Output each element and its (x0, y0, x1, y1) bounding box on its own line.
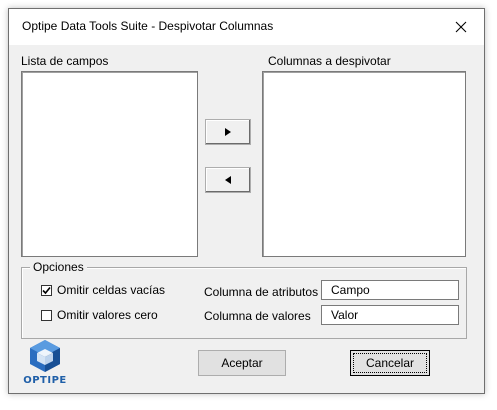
options-frame: Opciones Omitir celdas vacías Omitir val… (21, 260, 467, 339)
omit-zero-label: Omitir valores cero (57, 308, 158, 322)
omit-empty-checkbox[interactable] (41, 284, 52, 296)
omit-empty-label: Omitir celdas vacías (57, 283, 166, 297)
value-column-input[interactable]: Valor (321, 305, 459, 325)
omit-zero-checkbox[interactable] (41, 309, 52, 321)
cube-logo-icon (30, 340, 60, 372)
logo-text: OPTIPE (23, 375, 67, 386)
move-left-button[interactable] (205, 167, 251, 193)
title-bar: Optipe Data Tools Suite - Despivotar Col… (9, 9, 484, 45)
omit-zero-row[interactable]: Omitir valores cero (41, 308, 158, 322)
omit-empty-row[interactable]: Omitir celdas vacías (41, 283, 165, 297)
focus-ring (353, 353, 427, 373)
checkmark-icon (42, 286, 51, 294)
options-legend: Opciones (30, 260, 87, 274)
cancel-button[interactable]: Cancelar (350, 350, 430, 376)
fields-listbox[interactable] (21, 71, 198, 257)
dialog-window: Optipe Data Tools Suite - Despivotar Col… (8, 8, 485, 394)
close-button[interactable] (438, 9, 484, 45)
optipe-logo: OPTIPE (23, 339, 67, 389)
close-icon (455, 21, 467, 33)
fields-list-label: Lista de campos (21, 54, 109, 68)
unpivot-columns-listbox[interactable] (262, 71, 466, 257)
triangle-left-icon (225, 176, 231, 184)
triangle-right-icon (225, 128, 231, 136)
attr-column-input[interactable]: Campo (321, 280, 459, 300)
accept-button[interactable]: Aceptar (198, 350, 286, 376)
unpivot-columns-label: Columnas a despivotar (268, 54, 391, 68)
attr-column-label: Columna de atributos (204, 285, 319, 299)
value-column-label: Columna de valores (204, 309, 311, 323)
window-title: Optipe Data Tools Suite - Despivotar Col… (22, 19, 274, 33)
move-right-button[interactable] (205, 119, 251, 145)
